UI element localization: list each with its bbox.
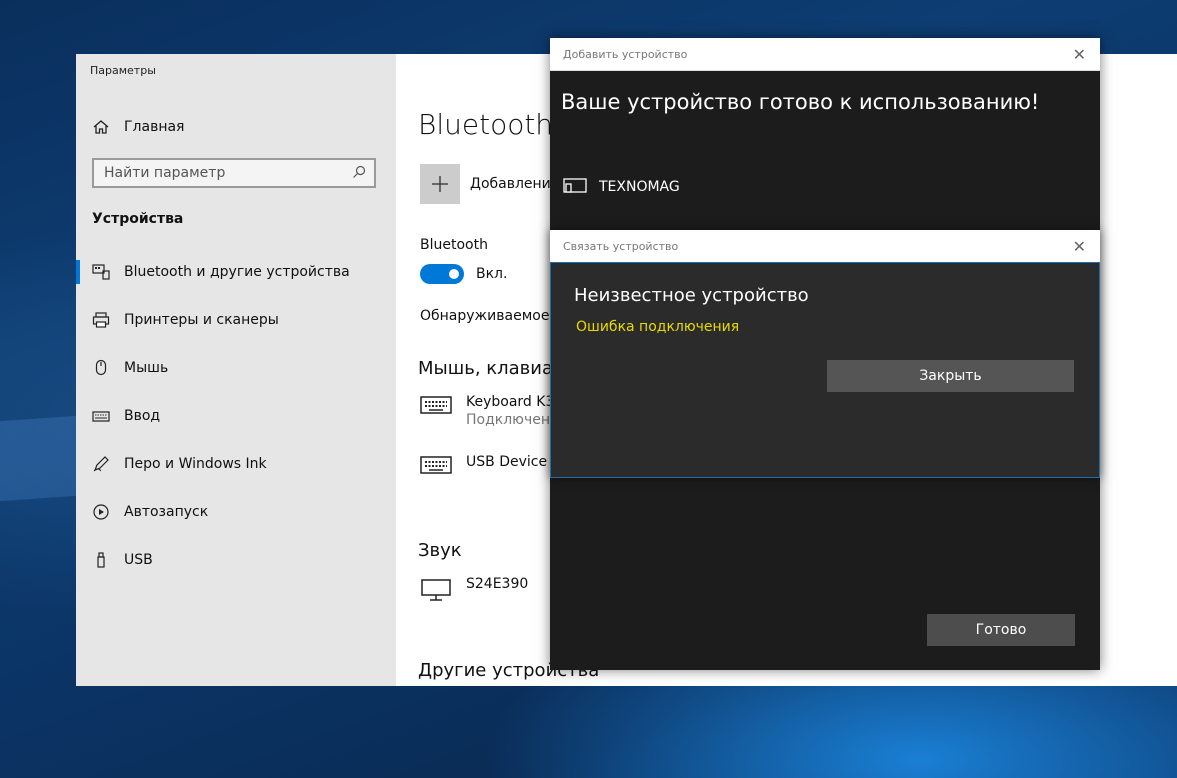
sidebar-item-mouse[interactable]: Мышь xyxy=(76,344,396,392)
search-placeholder: Найти параметр xyxy=(104,165,226,181)
bluetooth-devices-icon xyxy=(92,263,110,281)
connection-error-text: Ошибка подключения xyxy=(576,319,740,335)
add-device-label: Добавление xyxy=(470,176,560,192)
sidebar-item-label: Bluetooth и другие устройства xyxy=(124,264,350,280)
sound-section-title: Звук xyxy=(418,540,462,561)
dialog-title: Связать устройство xyxy=(563,239,679,253)
mouse-icon xyxy=(92,359,110,377)
connected-device: TEXNOMAG xyxy=(563,176,680,198)
search-input[interactable]: Найти параметр xyxy=(92,158,376,188)
search-icon xyxy=(352,164,366,183)
add-device-button[interactable]: Добавление xyxy=(420,164,559,204)
device-item-monitor[interactable]: S24E390 xyxy=(420,576,528,606)
autoplay-icon xyxy=(92,503,110,521)
close-icon[interactable]: ✕ xyxy=(1073,45,1086,64)
device-name: USB Device xyxy=(466,454,548,470)
device-info: Keyboard K3 Подключено xyxy=(466,394,559,428)
sidebar-item-pen[interactable]: Перо и Windows Ink xyxy=(76,440,396,488)
sidebar-item-label: Ввод xyxy=(124,408,161,424)
dialog-titlebar: Связать устройство ✕ xyxy=(550,230,1100,263)
pair-device-dialog: Связать устройство ✕ Неизвестное устройс… xyxy=(550,230,1100,478)
done-button[interactable]: Готово xyxy=(927,614,1075,646)
sidebar-item-label: Автозапуск xyxy=(124,504,209,520)
bluetooth-toggle[interactable] xyxy=(420,264,464,284)
sidebar-item-label: Принтеры и сканеры xyxy=(124,312,279,328)
dialog-body: Неизвестное устройство Ошибка подключени… xyxy=(550,262,1100,478)
close-button[interactable]: Закрыть xyxy=(827,360,1074,392)
device-info: USB Device xyxy=(466,454,547,480)
sidebar-item-autoplay[interactable]: Автозапуск xyxy=(76,488,396,536)
device-name: Keyboard K3 xyxy=(466,394,555,410)
sidebar-item-printers[interactable]: Принтеры и сканеры xyxy=(76,296,396,344)
dialog-title: Добавить устройство xyxy=(563,47,688,61)
sidebar-item-label: Мышь xyxy=(124,360,169,376)
device-icon xyxy=(563,176,587,198)
monitor-icon xyxy=(420,576,452,606)
keyboard-icon xyxy=(420,454,452,480)
device-status: Подключено xyxy=(466,412,559,428)
device-item-usb[interactable]: USB Device xyxy=(420,454,547,480)
sidebar-item-typing[interactable]: Ввод xyxy=(76,392,396,440)
sidebar-item-bluetooth[interactable]: Bluetooth и другие устройства xyxy=(76,248,396,296)
discoverable-text: Обнаруживаемое к xyxy=(420,308,563,324)
home-link[interactable]: Главная xyxy=(92,118,184,136)
sidebar-item-label: USB xyxy=(124,552,153,568)
dialog-titlebar: Добавить устройство ✕ xyxy=(550,38,1100,71)
device-item-keyboard[interactable]: Keyboard K3 Подключено xyxy=(420,394,559,428)
toggle-state-label: Вкл. xyxy=(476,266,508,282)
plus-icon xyxy=(420,164,460,204)
device-name: TEXNOMAG xyxy=(599,179,680,195)
mouse-keyboard-section-title: Мышь, клавиа xyxy=(418,358,554,379)
sidebar-item-usb[interactable]: USB xyxy=(76,536,396,584)
keyboard-icon xyxy=(420,394,452,428)
sidebar-item-label: Перо и Windows Ink xyxy=(124,456,267,472)
dialog-heading: Ваше устройство готово к использованию! xyxy=(561,90,1040,114)
section-title: Устройства xyxy=(92,211,184,227)
unknown-device-label: Неизвестное устройство xyxy=(574,285,809,306)
pen-icon xyxy=(92,455,110,473)
sidebar: Параметры Главная Найти параметр Устройс… xyxy=(76,54,396,686)
home-label: Главная xyxy=(124,119,185,135)
keyboard-icon xyxy=(92,407,110,425)
sidebar-nav: Bluetooth и другие устройства Принтеры и… xyxy=(76,248,396,584)
usb-icon xyxy=(92,551,110,569)
home-icon xyxy=(92,118,110,136)
bluetooth-label: Bluetooth xyxy=(420,237,488,253)
close-icon[interactable]: ✕ xyxy=(1073,237,1086,256)
window-title: Параметры xyxy=(90,64,156,77)
toggle-knob xyxy=(449,269,459,279)
printer-icon xyxy=(92,311,110,329)
device-name: S24E390 xyxy=(466,576,529,592)
